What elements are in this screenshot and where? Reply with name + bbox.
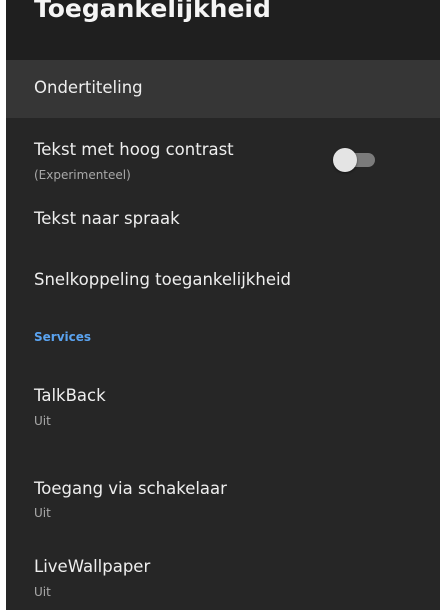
- page-title: Toegankelijkheid: [34, 0, 271, 23]
- livewallpaper-status: Uit: [34, 585, 51, 599]
- settings-list: Ondertiteling Tekst met hoog contrast (E…: [6, 60, 440, 610]
- livewallpaper-label: LiveWallpaper: [34, 557, 151, 576]
- talkback-status: Uit: [34, 414, 51, 428]
- text-to-speech-item[interactable]: Tekst naar spraak: [6, 195, 440, 255]
- high-contrast-label: Tekst met hoog contrast: [34, 140, 234, 159]
- accessibility-shortcut-label: Snelkoppeling toegankelijkheid: [34, 270, 292, 289]
- switch-access-status: Uit: [34, 506, 51, 520]
- toggle-thumb: [333, 148, 357, 172]
- switch-access-label: Toegang via schakelaar: [34, 479, 227, 498]
- high-contrast-text-item[interactable]: Tekst met hoog contrast (Experimenteel): [6, 118, 440, 195]
- high-contrast-subtitle: (Experimenteel): [34, 168, 131, 182]
- talkback-label: TalkBack: [34, 386, 106, 405]
- services-section-header: Services: [6, 318, 440, 359]
- high-contrast-toggle[interactable]: [333, 148, 377, 172]
- switch-access-item[interactable]: Toegang via schakelaar Uit: [6, 455, 440, 539]
- accessibility-shortcut-item[interactable]: Snelkoppeling toegankelijkheid: [6, 255, 440, 318]
- services-label: Services: [34, 330, 92, 344]
- accessibility-settings-screen: Toegankelijkheid Ondertiteling Tekst met…: [6, 0, 440, 610]
- text-to-speech-label: Tekst naar spraak: [34, 209, 180, 228]
- captions-label: Ondertiteling: [34, 78, 143, 97]
- page-header: Toegankelijkheid: [6, 0, 440, 60]
- livewallpaper-item[interactable]: LiveWallpaper Uit: [6, 539, 440, 610]
- captions-item[interactable]: Ondertiteling: [6, 60, 440, 118]
- talkback-item[interactable]: TalkBack Uit: [6, 359, 440, 455]
